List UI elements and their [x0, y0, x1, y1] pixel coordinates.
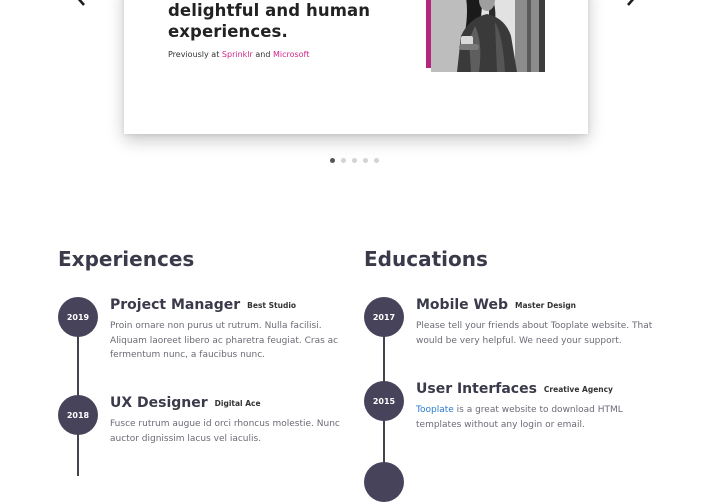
experience-role: Project Manager: [110, 297, 241, 313]
carousel-next-button[interactable]: [620, 0, 642, 8]
company-sprinklr-link[interactable]: Sprinklr: [222, 50, 253, 59]
education-item-title: User Interfaces Creative Agency: [416, 381, 613, 397]
education-role: Mobile Web: [416, 297, 508, 313]
carousel-dot[interactable]: [341, 158, 346, 163]
hero-headline: delightful and human experiences.: [168, 0, 370, 42]
hero-headline-line2: experiences.: [168, 22, 288, 41]
experiences-title: Experiences: [58, 247, 195, 271]
experience-org: Digital Ace: [214, 398, 261, 408]
year-badge: 2018: [58, 395, 98, 435]
carousel-dot[interactable]: [363, 158, 368, 163]
carousel-dot[interactable]: [374, 158, 379, 163]
year-badge: 2015: [364, 381, 404, 421]
company-microsoft-link[interactable]: Microsoft: [273, 50, 309, 59]
year-badge: 2019: [58, 297, 98, 337]
education-org: Master Design: [515, 300, 577, 310]
carousel-prev-button[interactable]: [70, 0, 92, 8]
education-item-title: Mobile Web Master Design: [416, 297, 576, 313]
education-description: Please tell your friends about Tooplate …: [416, 321, 653, 346]
experience-role: UX Designer: [110, 395, 208, 411]
carousel-dot[interactable]: [352, 158, 357, 163]
profile-photo: [431, 0, 545, 72]
education-org: Creative Agency: [543, 384, 613, 394]
previously-line: Previously at Sprinklr and Microsoft: [168, 50, 309, 59]
chevron-left-icon: [77, 0, 85, 6]
hero-headline-line1: delightful and human: [168, 1, 371, 20]
education-description: Tooplate is a great website to download …: [416, 403, 656, 432]
carousel-dot[interactable]: [330, 158, 335, 163]
experience-description: Proin ornare non purus ut rutrum. Nulla …: [110, 321, 339, 360]
educations-title: Educations: [364, 247, 488, 271]
experience-description: Fusce rutrum augue id orci rhoncus moles…: [110, 419, 340, 444]
carousel-dots: [330, 158, 379, 163]
year-badge-partial: [364, 462, 404, 502]
and-word: and: [255, 50, 271, 59]
previously-prefix: Previously at: [168, 50, 220, 59]
experience-org: Best Studio: [247, 300, 297, 310]
tooplate-link[interactable]: Tooplate: [416, 405, 454, 415]
education-role: User Interfaces: [416, 381, 537, 397]
chevron-right-icon: [627, 0, 635, 6]
experience-item-title: UX Designer Digital Ace: [110, 395, 261, 411]
experience-item-title: Project Manager Best Studio: [110, 297, 296, 313]
year-badge: 2017: [364, 297, 404, 337]
